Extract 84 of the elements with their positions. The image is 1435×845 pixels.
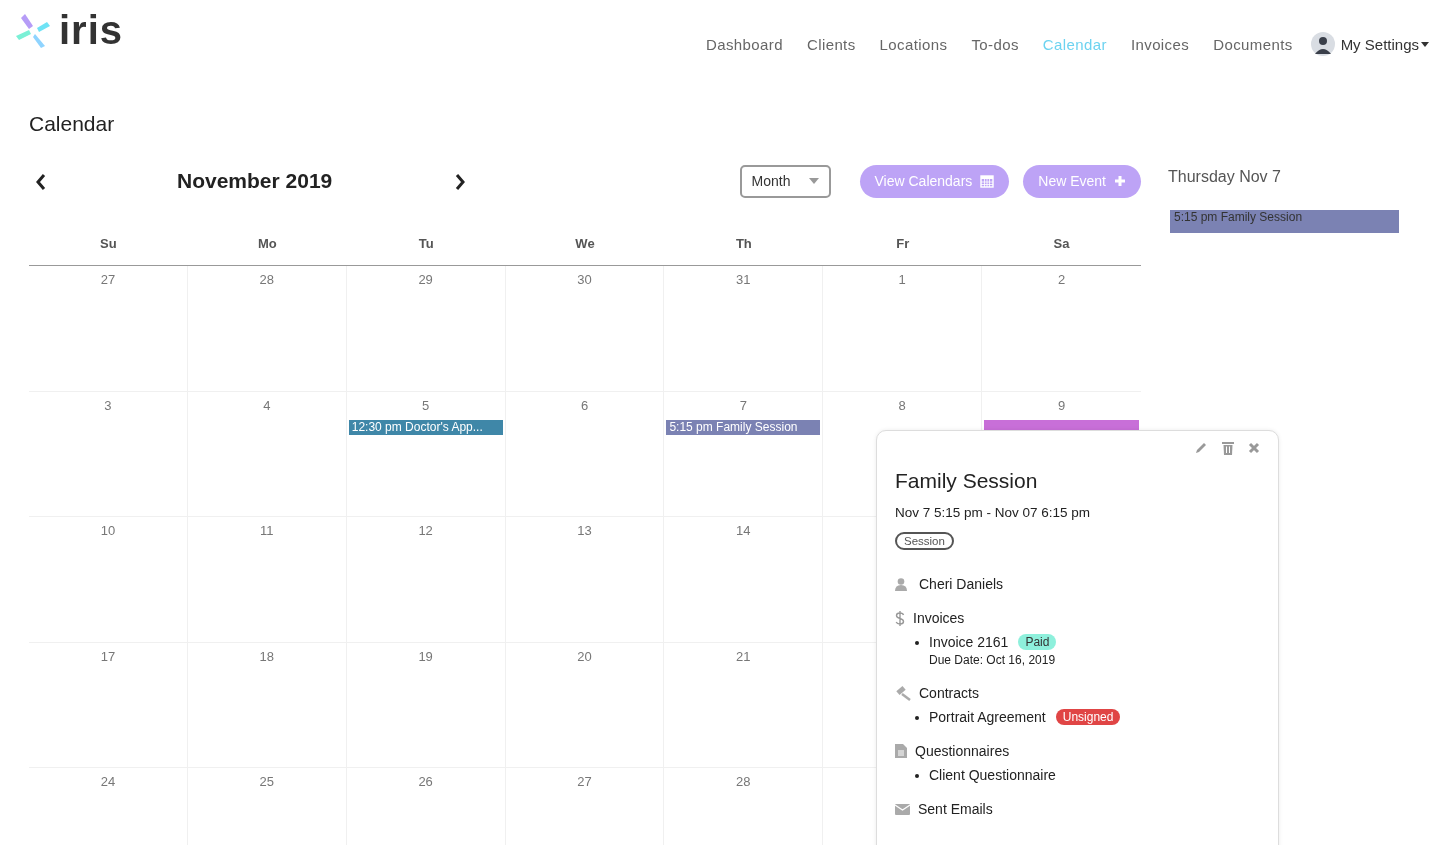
- page-title: Calendar: [29, 112, 116, 136]
- nav-link[interactable]: Locations: [879, 35, 948, 53]
- day-number: 19: [418, 648, 433, 666]
- day-number: 2: [1057, 272, 1066, 289]
- pencil-icon[interactable]: [1194, 441, 1208, 455]
- day-number: 1: [898, 272, 906, 289]
- weekday-header: Tu: [346, 198, 506, 266]
- day-number: 28: [259, 272, 274, 289]
- event-bar[interactable]: 5:15 pm Family Session: [1170, 210, 1399, 233]
- dollar-icon: [895, 610, 905, 626]
- weekday-header: Mo: [187, 198, 347, 266]
- weekday-header: Th: [664, 198, 824, 266]
- caret-icon: [1421, 41, 1429, 47]
- plus-icon: [1114, 175, 1126, 187]
- nav-link[interactable]: Dashboard: [705, 35, 783, 53]
- section-heading: Invoices: [913, 610, 965, 626]
- weekday-header: Sa: [982, 198, 1141, 266]
- day-number: 9: [1057, 397, 1066, 415]
- day-number: 4: [263, 397, 271, 415]
- avatar-icon: [1310, 32, 1335, 56]
- weekday-header: Su: [29, 198, 188, 266]
- logo-icon: [15, 12, 53, 48]
- day-number: 13: [577, 523, 592, 540]
- day-title: Thursday Nov 7: [1168, 168, 1282, 187]
- bullet-icon: [915, 716, 919, 720]
- day-number: 20: [577, 648, 592, 666]
- event-bar[interactable]: 5:15 pm Family Session: [666, 419, 821, 435]
- day-number: 25: [259, 774, 274, 791]
- nav-link[interactable]: Invoices: [1130, 35, 1190, 53]
- section-heading: Sent Emails: [918, 801, 993, 817]
- item-link[interactable]: Client Questionnaire: [929, 767, 1056, 783]
- previous-icon[interactable]: [35, 174, 47, 190]
- calendar-icon: [980, 174, 995, 188]
- day-number: 8: [898, 397, 906, 415]
- close-icon[interactable]: [1248, 442, 1260, 454]
- status-badge: Paid: [1018, 634, 1057, 650]
- next-icon[interactable]: [454, 174, 466, 190]
- bullet-icon: [915, 641, 919, 645]
- settings-menu[interactable]: My Settings: [1340, 35, 1429, 53]
- section-heading: Questionnaires: [915, 743, 1010, 759]
- section-heading: Contracts: [919, 685, 979, 701]
- nav-link[interactable]: Documents: [1213, 35, 1293, 53]
- envelope-icon: [895, 803, 910, 815]
- day-number: 28: [736, 774, 751, 791]
- due-date: Due Date: Oct 16, 2019: [929, 653, 1057, 667]
- status-badge: Unsigned: [1055, 709, 1121, 725]
- day-number: 26: [418, 774, 433, 791]
- item-link[interactable]: Portrait Agreement: [929, 709, 1046, 725]
- event-time: Nov 7 5:15 pm - Nov 07 6:15 pm: [895, 505, 1092, 520]
- day-number: 3: [104, 397, 112, 415]
- day-number: 5: [422, 397, 430, 415]
- day-number: 29: [418, 272, 433, 289]
- client-name: Cheri Daniels: [919, 576, 1004, 592]
- day-number: 10: [100, 523, 116, 540]
- month-label: November 2019: [176, 169, 334, 193]
- day-number: 30: [577, 272, 592, 289]
- event-title: Family Session: [895, 469, 1039, 493]
- brand-name: iris: [59, 10, 124, 50]
- event-bar[interactable]: 12:30 pm Doctor's App...: [348, 419, 503, 435]
- person-icon: [895, 577, 907, 591]
- day-number: 12: [418, 523, 433, 540]
- day-number: 31: [736, 272, 751, 289]
- view-select[interactable]: Month: [739, 164, 831, 198]
- document-icon: [895, 744, 907, 758]
- caret-icon: [808, 178, 819, 184]
- nav-link[interactable]: Clients: [806, 35, 856, 53]
- day-number: 6: [580, 397, 589, 415]
- day-number: 7: [739, 397, 747, 415]
- gavel-icon: [895, 685, 911, 701]
- day-number: 24: [100, 774, 116, 791]
- day-number: 21: [736, 648, 751, 666]
- nav-link[interactable]: To-dos: [971, 35, 1019, 53]
- day-number: 11: [260, 523, 274, 540]
- day-number: 27: [100, 272, 116, 289]
- weekday-header: Fr: [823, 198, 983, 266]
- day-number: 17: [100, 648, 116, 666]
- trash-icon[interactable]: [1222, 441, 1234, 455]
- weekday-header: We: [505, 198, 665, 266]
- event-tag: Session: [895, 532, 954, 550]
- item-link[interactable]: Invoice 2161: [929, 634, 1009, 650]
- bullet-icon: [915, 774, 919, 778]
- day-number: 18: [259, 648, 274, 666]
- day-number: 27: [577, 774, 592, 791]
- day-number: 14: [736, 523, 751, 540]
